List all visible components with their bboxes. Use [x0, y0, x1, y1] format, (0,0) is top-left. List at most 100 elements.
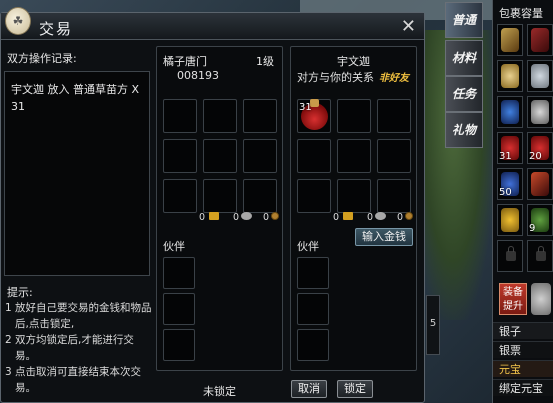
lock-status: 未锁定: [203, 385, 236, 398]
orb-icon: [531, 64, 549, 88]
item-count: 20: [529, 151, 542, 162]
item-slot-filled[interactable]: 31: [297, 99, 331, 133]
partner-slot[interactable]: [297, 329, 329, 361]
my-level: 1级: [256, 55, 274, 68]
inventory-slot[interactable]: [497, 96, 523, 128]
input-money-button[interactable]: 输入金钱: [355, 228, 413, 246]
item-slot[interactable]: [203, 179, 237, 213]
hint-item: 1 放好自己要交易的金钱和物品后,点击锁定,: [5, 302, 152, 330]
item-count: 9: [529, 223, 536, 234]
item-slot[interactable]: [203, 139, 237, 173]
relation-label: 对方与你的关系: [297, 71, 374, 84]
trade-dialog: ☘ 交易 ✕ 双方操作记录: 宇文迦 放入 普通草苗方 X 31 提示: 1 放…: [0, 7, 425, 403]
inventory-tabs: 普通 材料 任务 礼物: [445, 0, 485, 148]
lock-button[interactable]: 锁定: [337, 380, 373, 398]
inventory-grid: 31 20 50 9: [497, 24, 553, 272]
partner-slot[interactable]: [297, 257, 329, 289]
other-name: 宇文迦: [337, 55, 370, 68]
sword-icon: [501, 28, 519, 52]
item-slot[interactable]: [337, 139, 371, 173]
item-count: 31: [499, 151, 512, 162]
currency-bank-note: 银票: [493, 341, 553, 358]
partner-slot[interactable]: [163, 293, 195, 325]
inventory-slot[interactable]: [527, 60, 553, 92]
blue-potion-icon: [501, 100, 519, 124]
gem-icon: [531, 100, 549, 124]
my-money: 0 0 0: [163, 212, 279, 226]
currency-ingot: 元宝: [493, 360, 553, 377]
inventory-slot[interactable]: [527, 24, 553, 56]
partner-slot[interactable]: [163, 257, 195, 289]
my-trade-panel: 橘子唐门 1级 008193 0 0 0 伙伴: [156, 46, 283, 371]
dialog-title: 交易: [39, 20, 74, 38]
tab-materials[interactable]: 材料: [445, 40, 483, 76]
inventory-slot[interactable]: [527, 96, 553, 128]
side-frame: 5: [426, 295, 440, 355]
inventory-slot[interactable]: [527, 168, 553, 200]
silver-amount: 0: [233, 212, 240, 223]
inventory-slot-locked[interactable]: [497, 240, 523, 272]
inventory-slot[interactable]: [497, 24, 523, 56]
item-slot[interactable]: [163, 139, 197, 173]
currency-silver: 银子: [493, 322, 553, 339]
copper-amount: 0: [397, 212, 404, 223]
inventory-slot[interactable]: [497, 60, 523, 92]
my-partner-slots: [163, 257, 195, 361]
item-slot[interactable]: [377, 139, 411, 173]
item-slot[interactable]: [243, 179, 277, 213]
hint-item: 2 双方均锁定后,才能进行交易。: [5, 334, 134, 362]
inventory-slot[interactable]: [497, 204, 523, 236]
inventory-slot[interactable]: 31: [497, 132, 523, 164]
pearl-icon: [501, 64, 519, 88]
copper-amount: 0: [263, 212, 270, 223]
inventory-slot[interactable]: 50: [497, 168, 523, 200]
silver-icon: [375, 212, 386, 223]
item-slot[interactable]: [203, 99, 237, 133]
partner-slot[interactable]: [297, 293, 329, 325]
item-slot[interactable]: [243, 99, 277, 133]
gold-amount: 0: [333, 212, 340, 223]
lock-icon: [506, 246, 516, 261]
inventory-slot[interactable]: 9: [527, 204, 553, 236]
side-frame-value: 5: [429, 318, 437, 329]
item-slot[interactable]: [163, 99, 197, 133]
copper-icon: [271, 212, 279, 223]
inventory-slot-locked[interactable]: [527, 240, 553, 272]
tab-gift[interactable]: 礼物: [445, 112, 483, 148]
record-title: 双方操作记录:: [7, 52, 77, 65]
title-bar[interactable]: ☘ 交易 ✕: [1, 7, 424, 40]
item-slot[interactable]: [337, 179, 371, 213]
tab-normal[interactable]: 普通: [445, 2, 483, 38]
bag-icon[interactable]: [531, 283, 551, 315]
tab-quest[interactable]: 任务: [445, 76, 483, 112]
blade-icon: [531, 172, 549, 196]
cancel-button[interactable]: 取消: [291, 380, 327, 398]
equip-upgrade-button[interactable]: 装备提升: [499, 283, 527, 315]
item-slot[interactable]: [243, 139, 277, 173]
item-slot[interactable]: [377, 99, 411, 133]
silver-amount: 0: [367, 212, 374, 223]
gold-icon: [343, 212, 353, 223]
item-count: 50: [499, 187, 512, 198]
inventory-slot[interactable]: 20: [527, 132, 553, 164]
item-count: 31: [299, 102, 312, 113]
item-slot[interactable]: [377, 179, 411, 213]
staff-icon: [531, 28, 549, 52]
other-partner-slots: [297, 257, 329, 361]
other-item-grid: 31: [297, 99, 411, 213]
other-partner-label: 伙伴: [297, 240, 319, 253]
item-slot[interactable]: [163, 179, 197, 213]
copper-icon: [405, 212, 413, 223]
close-icon[interactable]: ✕: [401, 16, 416, 37]
hint-title: 提示:: [7, 286, 33, 299]
hint-item: 3 点击取消可直接结束本次交易。: [5, 366, 142, 394]
relation-value: 非好友: [379, 73, 409, 84]
item-slot[interactable]: [297, 139, 331, 173]
currency-bound-ingot: 绑定元宝: [493, 379, 553, 396]
my-item-grid: [163, 99, 277, 213]
item-slot[interactable]: [297, 179, 331, 213]
partner-slot[interactable]: [163, 329, 195, 361]
item-slot[interactable]: [337, 99, 371, 133]
my-id: 008193: [177, 69, 219, 82]
silver-icon: [241, 212, 252, 223]
